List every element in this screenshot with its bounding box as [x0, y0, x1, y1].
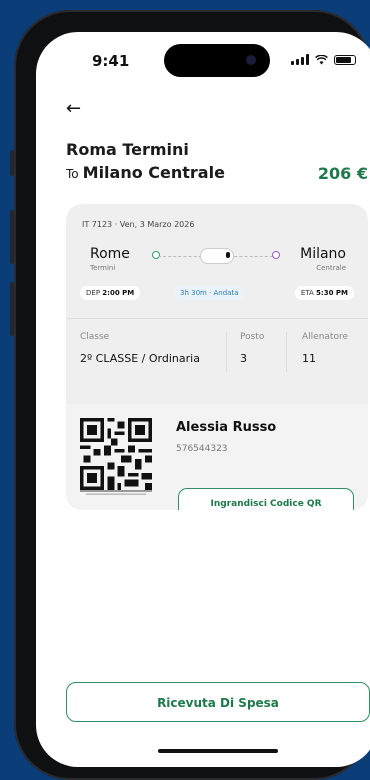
seat-label: Posto: [240, 332, 265, 342]
ticket-price: 206 €: [317, 164, 368, 183]
receipt-button[interactable]: Ricevuta Di Spesa: [66, 682, 370, 722]
to-label: To: [66, 167, 79, 181]
origin-city-name: Rome: [90, 246, 130, 262]
route-header: Roma Termini To Milano Centrale: [66, 140, 225, 182]
mute-switch: [10, 150, 14, 176]
battery-icon: [334, 54, 356, 65]
passenger-name: Alessia Russo: [176, 420, 277, 435]
class-label: Classe: [80, 332, 110, 342]
ticket-card: IT 7123 · Ven, 3 Marzo 2026 Rome Termini…: [66, 204, 368, 510]
departure-chip: DEP 2:00 PM: [80, 286, 141, 300]
destination-dot-icon: [272, 251, 280, 259]
arrival-label: ETA: [300, 289, 314, 297]
coach-value: 11: [302, 352, 316, 365]
phone-frame: 9:41 ← Roma Termini To Milano Centrale 2…: [10, 10, 370, 780]
status-time: 9:41: [92, 52, 130, 70]
status-bar: 9:41: [36, 32, 370, 92]
enlarge-qr-button[interactable]: Ingrandisci Codice QR: [178, 488, 354, 510]
coach-column: Allenatore 11: [302, 332, 348, 365]
train-icon: [200, 248, 234, 264]
column-separator: [226, 332, 227, 372]
dynamic-island: [164, 44, 270, 77]
arrival-chip: ETA 5:30 PM: [294, 286, 354, 300]
ticket-details: Classe 2º CLASSE / Ordinaria Posto 3 All…: [66, 332, 368, 380]
screen: 9:41 ← Roma Termini To Milano Centrale 2…: [36, 32, 370, 767]
departure-label: DEP: [86, 289, 101, 297]
origin-station: Roma Termini: [66, 140, 189, 159]
status-icons: [291, 54, 356, 65]
destination-row: To Milano Centrale: [66, 163, 225, 182]
card-divider: [66, 318, 368, 319]
destination-station: Milano Centrale: [82, 163, 225, 182]
barcode-caption-icon: [80, 490, 152, 495]
destination-city-station: Centrale: [316, 264, 346, 272]
trip-meta: IT 7123 · Ven, 3 Marzo 2026: [82, 220, 195, 229]
class-value: 2º CLASSE / Ordinaria: [80, 352, 200, 365]
home-indicator[interactable]: [158, 749, 278, 753]
passenger-id: 576544323: [176, 444, 228, 454]
destination-city: Milano Centrale: [300, 246, 346, 272]
seat-value: 3: [240, 352, 247, 365]
column-separator: [286, 332, 287, 372]
signal-icon: [291, 54, 309, 65]
passenger-section: Alessia Russo 576544323 Ingrandisci Codi…: [66, 404, 368, 510]
back-arrow-icon[interactable]: ←: [66, 98, 81, 119]
origin-city-station: Termini: [90, 264, 116, 272]
origin-city: Rome Termini: [90, 246, 130, 272]
arrival-time: 5:30 PM: [316, 289, 348, 297]
volume-up-button: [10, 210, 14, 264]
destination-city-name: Milano: [300, 246, 346, 262]
wifi-icon: [315, 54, 328, 64]
qr-code-icon[interactable]: [80, 418, 152, 490]
class-column: Classe 2º CLASSE / Ordinaria: [80, 332, 200, 365]
departure-time: 2:00 PM: [102, 289, 135, 297]
duration-chip: 3h 30m · Andata: [174, 286, 245, 300]
seat-column: Posto 3: [240, 332, 264, 365]
coach-label: Allenatore: [302, 332, 348, 342]
volume-down-button: [10, 282, 14, 336]
